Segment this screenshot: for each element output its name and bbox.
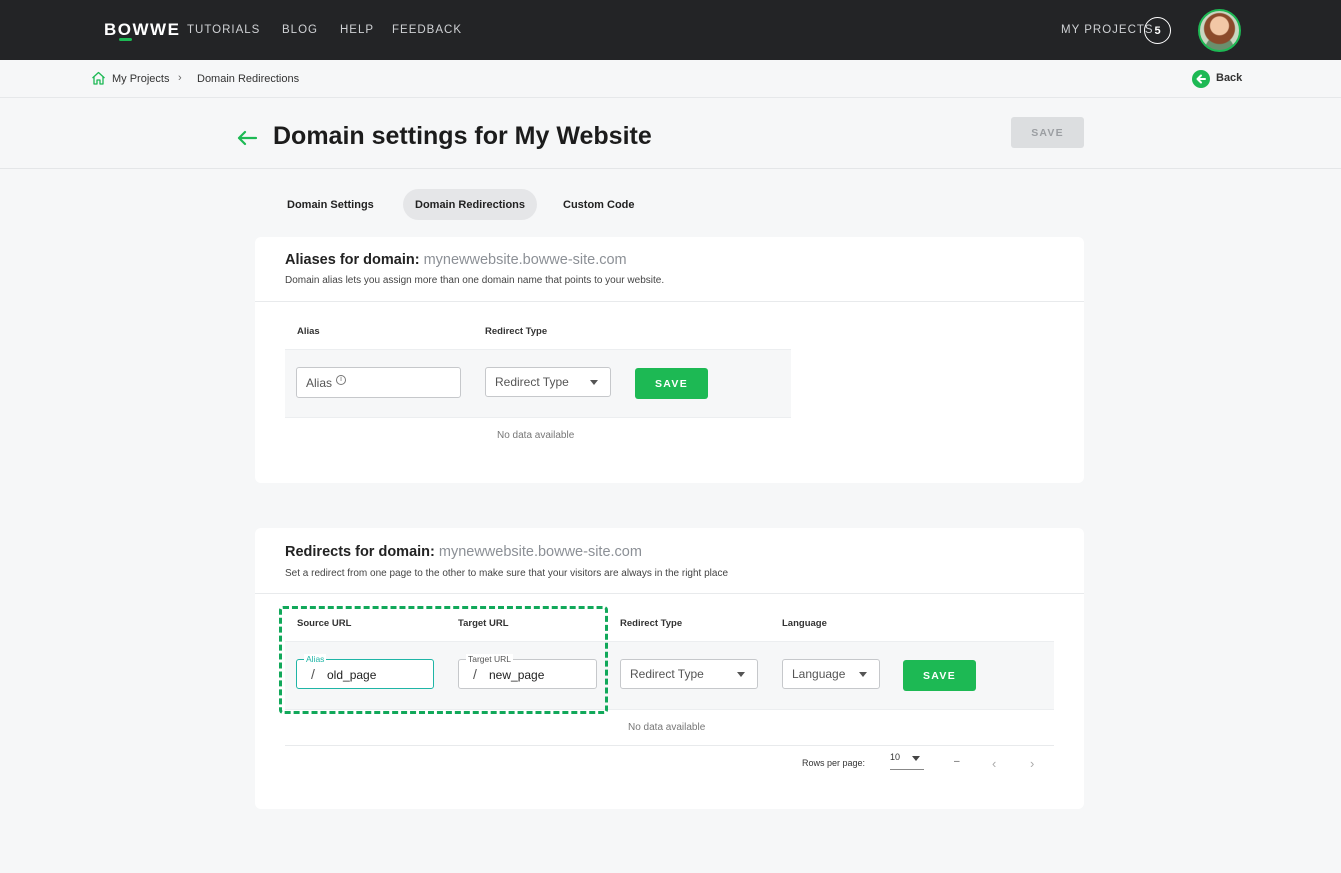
redirects-domain: mynewwebsite.bowwe-site.com [438, 544, 642, 560]
caret-down-icon [912, 756, 920, 761]
redirect-type-value: Redirect Type [630, 667, 704, 681]
nav-link-blog[interactable]: BLOG [282, 24, 318, 36]
divider [285, 745, 1054, 746]
caret-down-icon [737, 672, 745, 677]
redirects-subtitle: Set a redirect from one page to the othe… [285, 568, 729, 579]
page-range: – [954, 756, 960, 767]
info-icon[interactable]: i [336, 375, 347, 385]
column-header-alias: Alias [297, 326, 320, 337]
nav-link-help[interactable]: HELP [340, 24, 374, 36]
caret-down-icon [590, 380, 598, 385]
column-header-redirect-type: Redirect Type [620, 618, 683, 629]
rows-per-page-label: Rows per page: [802, 758, 866, 768]
alias-placeholder: Alias [306, 375, 333, 390]
bowwe-logo[interactable]: BOWWE [104, 20, 180, 41]
redirect-type-select[interactable]: Redirect Type [620, 659, 758, 689]
alias-redirect-type-select[interactable]: Redirect Type [485, 367, 611, 397]
user-avatar[interactable] [1198, 9, 1241, 52]
tab-domain-redirections[interactable]: Domain Redirections [403, 189, 538, 220]
page-title: Domain settings for My Website [273, 122, 652, 150]
save-button-disabled[interactable]: SAVE [1011, 117, 1084, 148]
column-header-redirect-type: Redirect Type [485, 326, 548, 337]
aliases-empty-text: No data available [497, 430, 575, 441]
back-arrow-icon[interactable] [1192, 70, 1210, 88]
top-navbar: BOWWE TUTORIALS BLOG HELP FEEDBACK MY PR… [0, 0, 1341, 60]
redirects-empty-text: No data available [628, 722, 706, 733]
breadcrumb: My Projects › Domain Redirections Back [0, 60, 1341, 98]
arrow-left-icon[interactable] [236, 129, 258, 147]
caret-down-icon [859, 672, 867, 677]
redirect-save-button[interactable]: SAVE [903, 660, 976, 691]
nav-link-feedback[interactable]: FEEDBACK [392, 24, 462, 36]
breadcrumb-separator: › [178, 72, 182, 84]
redirect-type-value: Redirect Type [495, 375, 569, 389]
redirects-title: Redirects for domain: mynewwebsite.bowwe-… [285, 544, 642, 560]
rows-per-page-value: 10 [890, 752, 901, 762]
language-value: Language [792, 667, 846, 681]
language-select[interactable]: Language [782, 659, 880, 689]
redirects-title-text: Redirects for domain: [285, 544, 435, 560]
breadcrumb-current: Domain Redirections [197, 73, 300, 85]
project-count-badge[interactable]: 5 [1144, 17, 1171, 44]
page-header: Domain settings for My Website SAVE [0, 98, 1341, 169]
divider [255, 301, 1084, 302]
aliases-subtitle: Domain alias lets you assign more than o… [285, 275, 665, 286]
divider [255, 593, 1084, 594]
back-link[interactable]: Back [1216, 72, 1242, 84]
chevron-right-icon[interactable]: › [1030, 756, 1034, 771]
alias-input[interactable]: Alias i [296, 367, 461, 398]
aliases-title-text: Aliases for domain: [285, 252, 420, 268]
chevron-left-icon[interactable]: ‹ [992, 756, 996, 771]
alias-save-button[interactable]: SAVE [635, 368, 708, 399]
home-icon[interactable] [91, 71, 106, 85]
aliases-title: Aliases for domain: mynewwebsite.bowwe-si… [285, 252, 627, 268]
aliases-card: Aliases for domain: mynewwebsite.bowwe-si… [255, 237, 1084, 483]
aliases-domain: mynewwebsite.bowwe-site.com [423, 252, 627, 268]
tab-custom-code[interactable]: Custom Code [551, 189, 647, 220]
rows-per-page-select[interactable]: 10 [890, 752, 924, 770]
column-header-language: Language [782, 618, 827, 629]
breadcrumb-my-projects[interactable]: My Projects [112, 73, 169, 85]
nav-link-tutorials[interactable]: TUTORIALS [187, 24, 260, 36]
my-projects-link[interactable]: MY PROJECTS [1061, 24, 1154, 36]
highlight-box [279, 606, 608, 714]
tab-domain-settings[interactable]: Domain Settings [275, 189, 386, 220]
